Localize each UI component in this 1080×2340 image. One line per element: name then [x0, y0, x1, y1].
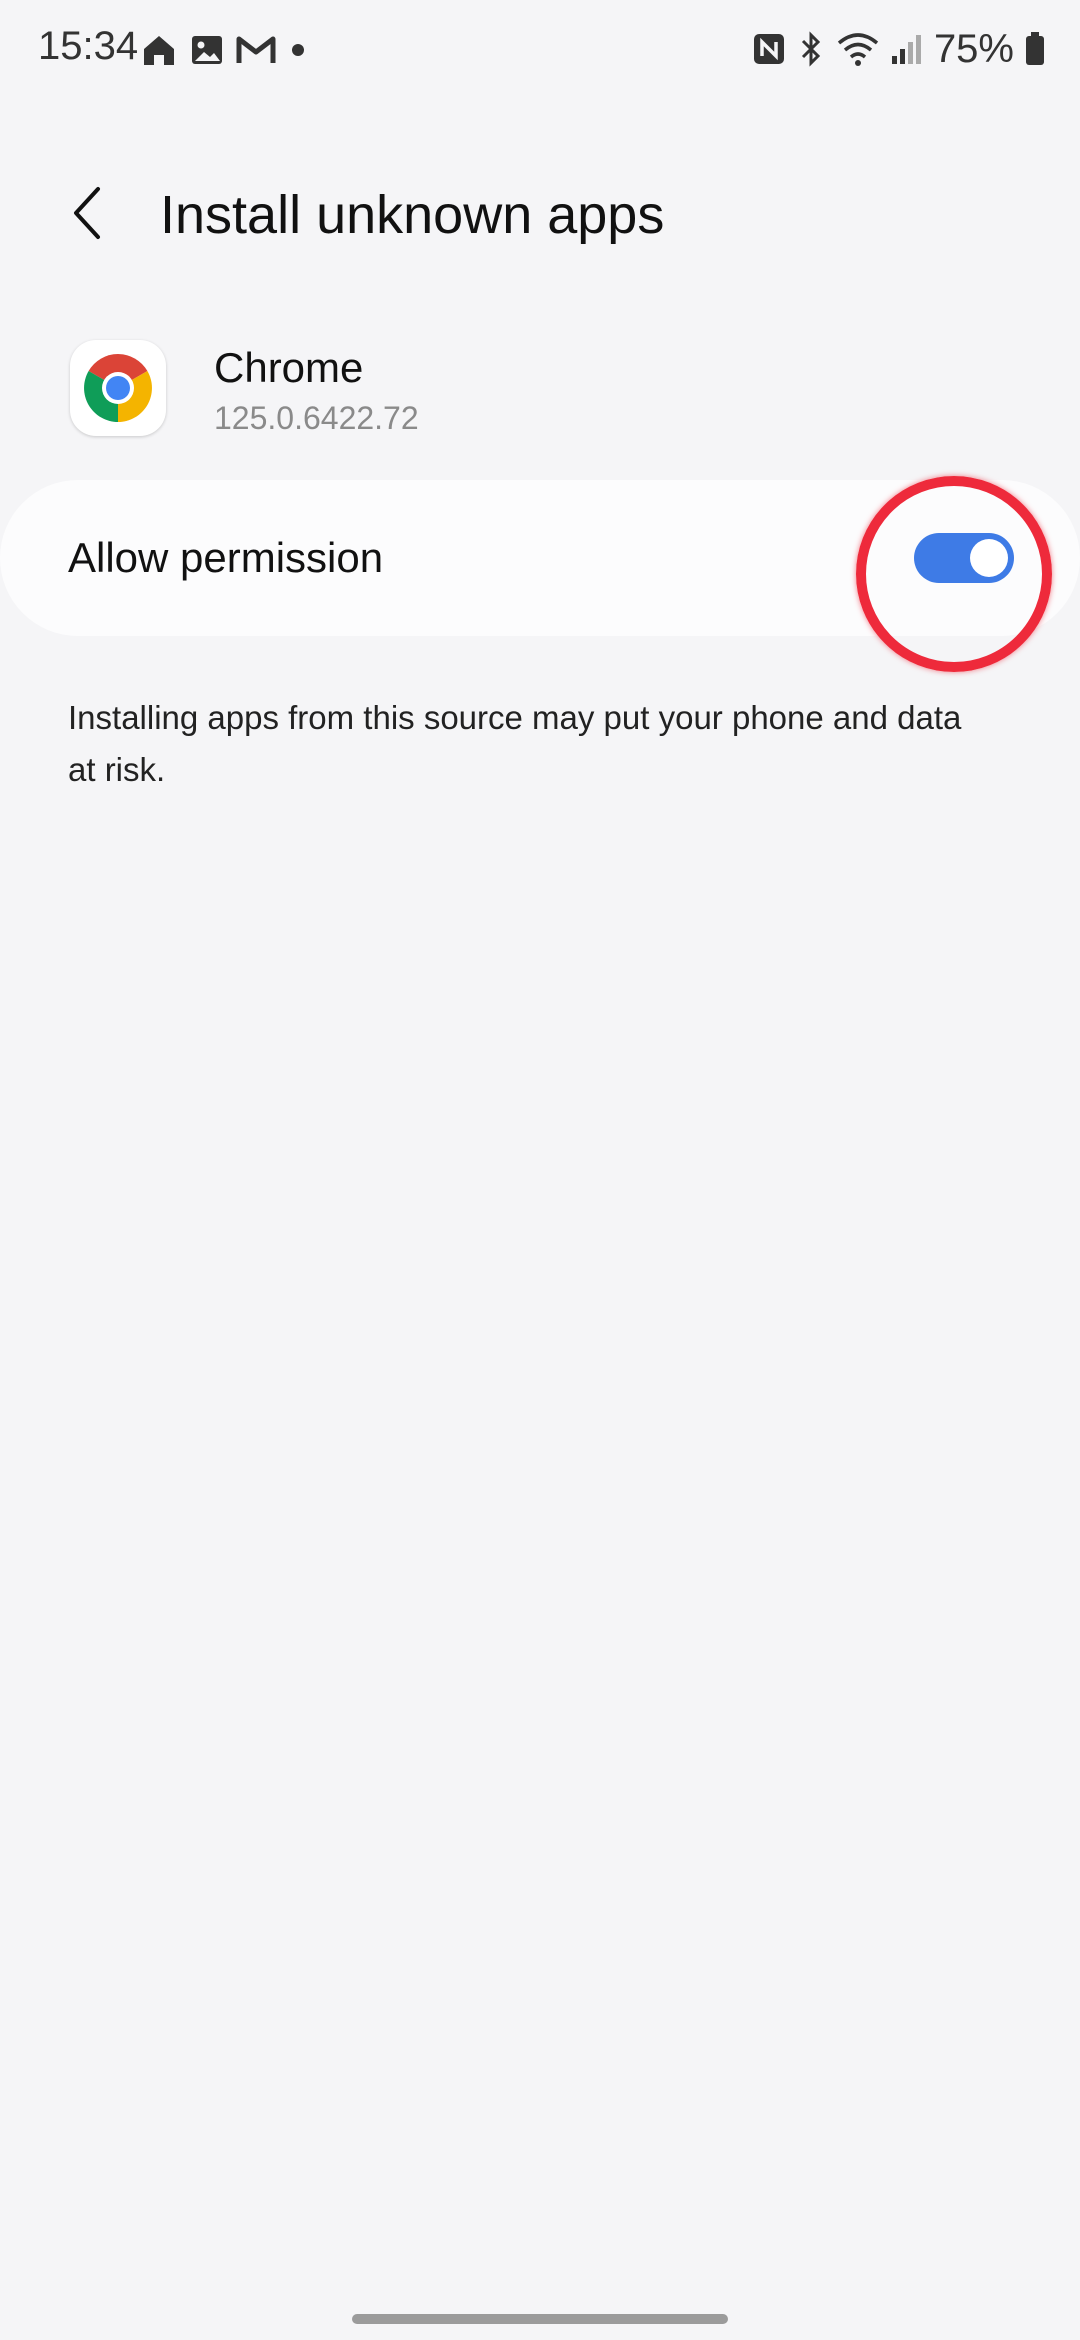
back-button[interactable]: [56, 180, 120, 250]
allow-permission-toggle[interactable]: [914, 533, 1014, 583]
battery-icon: [1024, 31, 1046, 67]
chrome-icon: [70, 340, 166, 436]
nfc-icon: [752, 32, 786, 66]
toggle-knob: [970, 539, 1008, 577]
chevron-left-icon: [68, 183, 108, 248]
risk-warning-text: Installing apps from this source may put…: [68, 699, 962, 788]
house-icon: [140, 31, 178, 69]
image-icon: [190, 33, 224, 67]
app-bar: Install unknown apps: [0, 160, 1080, 270]
app-version: 125.0.6422.72: [214, 400, 419, 436]
gesture-nav-handle[interactable]: [352, 2314, 728, 2324]
status-time: 15:34: [38, 24, 139, 68]
allow-permission-row[interactable]: Allow permission: [0, 480, 1080, 636]
dot-icon: [288, 40, 308, 60]
gmail-icon: [236, 33, 276, 67]
wifi-icon: [836, 31, 880, 67]
bluetooth-icon: [796, 31, 826, 67]
status-bar: 15:34 75%: [0, 0, 1080, 100]
allow-permission-label: Allow permission: [68, 534, 384, 581]
status-notification-icons: [140, 30, 308, 70]
page-title: Install unknown apps: [160, 185, 665, 245]
app-name: Chrome: [214, 344, 364, 391]
signal-icon: [890, 32, 924, 66]
status-system-icons: 75%: [752, 24, 1046, 74]
app-info: Chrome 125.0.6422.72: [70, 340, 970, 440]
battery-percentage: 75%: [933, 26, 1014, 71]
